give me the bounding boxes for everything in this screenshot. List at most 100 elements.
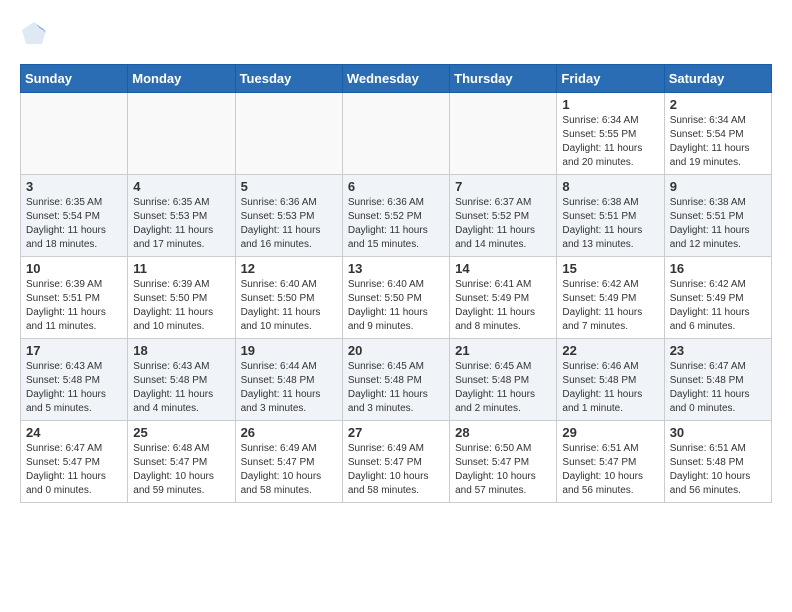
day-number: 24 [26, 425, 122, 440]
day-info: Sunrise: 6:39 AM Sunset: 5:51 PM Dayligh… [26, 278, 122, 334]
day-header-tuesday: Tuesday [235, 65, 342, 93]
day-info: Sunrise: 6:42 AM Sunset: 5:49 PM Dayligh… [670, 278, 766, 334]
calendar-cell [235, 93, 342, 175]
day-info: Sunrise: 6:45 AM Sunset: 5:48 PM Dayligh… [455, 360, 551, 416]
day-number: 11 [133, 261, 229, 276]
calendar-cell: 21 Sunrise: 6:45 AM Sunset: 5:48 PM Dayli… [450, 339, 557, 421]
calendar-cell [21, 93, 128, 175]
day-info: Sunrise: 6:42 AM Sunset: 5:49 PM Dayligh… [562, 278, 658, 334]
day-header-monday: Monday [128, 65, 235, 93]
day-number: 29 [562, 425, 658, 440]
day-info: Sunrise: 6:38 AM Sunset: 5:51 PM Dayligh… [670, 196, 766, 252]
day-info: Sunrise: 6:34 AM Sunset: 5:55 PM Dayligh… [562, 114, 658, 170]
day-info: Sunrise: 6:40 AM Sunset: 5:50 PM Dayligh… [348, 278, 444, 334]
calendar-cell: 24 Sunrise: 6:47 AM Sunset: 5:47 PM Dayli… [21, 421, 128, 503]
day-info: Sunrise: 6:49 AM Sunset: 5:47 PM Dayligh… [241, 442, 337, 498]
calendar-week-row: 10 Sunrise: 6:39 AM Sunset: 5:51 PM Dayli… [21, 257, 772, 339]
calendar-cell: 26 Sunrise: 6:49 AM Sunset: 5:47 PM Dayli… [235, 421, 342, 503]
day-info: Sunrise: 6:38 AM Sunset: 5:51 PM Dayligh… [562, 196, 658, 252]
day-number: 20 [348, 343, 444, 358]
calendar-cell: 16 Sunrise: 6:42 AM Sunset: 5:49 PM Dayli… [664, 257, 771, 339]
calendar-cell: 23Sunrise: 6:47 AM Sunset: 5:48 PM Dayli… [664, 339, 771, 421]
logo-icon [20, 20, 48, 48]
day-info: Sunrise: 6:43 AM Sunset: 5:48 PM Dayligh… [133, 360, 229, 416]
logo [20, 20, 52, 48]
calendar-cell: 14 Sunrise: 6:41 AM Sunset: 5:49 PM Dayli… [450, 257, 557, 339]
day-number: 27 [348, 425, 444, 440]
calendar-cell: 19 Sunrise: 6:44 AM Sunset: 5:48 PM Dayli… [235, 339, 342, 421]
day-header-friday: Friday [557, 65, 664, 93]
day-header-thursday: Thursday [450, 65, 557, 93]
calendar-cell: 15 Sunrise: 6:42 AM Sunset: 5:49 PM Dayli… [557, 257, 664, 339]
day-info: Sunrise: 6:44 AM Sunset: 5:48 PM Dayligh… [241, 360, 337, 416]
calendar-cell: 29 Sunrise: 6:51 AM Sunset: 5:47 PM Dayli… [557, 421, 664, 503]
day-number: 16 [670, 261, 766, 276]
day-header-sunday: Sunday [21, 65, 128, 93]
day-number: 2 [670, 97, 766, 112]
calendar-cell: 9 Sunrise: 6:38 AM Sunset: 5:51 PM Daylig… [664, 175, 771, 257]
calendar-cell: 12Sunrise: 6:40 AM Sunset: 5:50 PM Dayli… [235, 257, 342, 339]
calendar-cell: 1 Sunrise: 6:34 AM Sunset: 5:55 PM Daylig… [557, 93, 664, 175]
calendar-cell: 28 Sunrise: 6:50 AM Sunset: 5:47 PM Dayli… [450, 421, 557, 503]
day-number: 19 [241, 343, 337, 358]
calendar-cell: 18 Sunrise: 6:43 AM Sunset: 5:48 PM Dayli… [128, 339, 235, 421]
calendar-cell: 7 Sunrise: 6:37 AM Sunset: 5:52 PM Daylig… [450, 175, 557, 257]
day-number: 28 [455, 425, 551, 440]
calendar-cell: 22 Sunrise: 6:46 AM Sunset: 5:48 PM Dayli… [557, 339, 664, 421]
calendar-header-row: SundayMondayTuesdayWednesdayThursdayFrid… [21, 65, 772, 93]
day-number: 8 [562, 179, 658, 194]
day-number: 22 [562, 343, 658, 358]
calendar-week-row: 1 Sunrise: 6:34 AM Sunset: 5:55 PM Daylig… [21, 93, 772, 175]
day-number: 7 [455, 179, 551, 194]
calendar-cell: 6Sunrise: 6:36 AM Sunset: 5:52 PM Daylig… [342, 175, 449, 257]
day-number: 14 [455, 261, 551, 276]
day-info: Sunrise: 6:41 AM Sunset: 5:49 PM Dayligh… [455, 278, 551, 334]
calendar-cell: 10 Sunrise: 6:39 AM Sunset: 5:51 PM Dayli… [21, 257, 128, 339]
day-number: 13 [348, 261, 444, 276]
calendar-cell: 2 Sunrise: 6:34 AM Sunset: 5:54 PM Daylig… [664, 93, 771, 175]
day-number: 1 [562, 97, 658, 112]
day-number: 18 [133, 343, 229, 358]
day-number: 15 [562, 261, 658, 276]
day-number: 3 [26, 179, 122, 194]
day-info: Sunrise: 6:47 AM Sunset: 5:47 PM Dayligh… [26, 442, 122, 498]
day-info: Sunrise: 6:50 AM Sunset: 5:47 PM Dayligh… [455, 442, 551, 498]
day-number: 25 [133, 425, 229, 440]
day-info: Sunrise: 6:37 AM Sunset: 5:52 PM Dayligh… [455, 196, 551, 252]
day-info: Sunrise: 6:51 AM Sunset: 5:47 PM Dayligh… [562, 442, 658, 498]
calendar-cell: 13 Sunrise: 6:40 AM Sunset: 5:50 PM Dayli… [342, 257, 449, 339]
day-info: Sunrise: 6:45 AM Sunset: 5:48 PM Dayligh… [348, 360, 444, 416]
day-info: Sunrise: 6:46 AM Sunset: 5:48 PM Dayligh… [562, 360, 658, 416]
calendar-cell: 11Sunrise: 6:39 AM Sunset: 5:50 PM Dayli… [128, 257, 235, 339]
day-info: Sunrise: 6:43 AM Sunset: 5:48 PM Dayligh… [26, 360, 122, 416]
calendar-cell [450, 93, 557, 175]
day-number: 10 [26, 261, 122, 276]
calendar-cell: 3 Sunrise: 6:35 AM Sunset: 5:54 PM Daylig… [21, 175, 128, 257]
day-header-saturday: Saturday [664, 65, 771, 93]
day-number: 4 [133, 179, 229, 194]
day-info: Sunrise: 6:40 AM Sunset: 5:50 PM Dayligh… [241, 278, 337, 334]
calendar-cell: 20 Sunrise: 6:45 AM Sunset: 5:48 PM Dayli… [342, 339, 449, 421]
day-info: Sunrise: 6:34 AM Sunset: 5:54 PM Dayligh… [670, 114, 766, 170]
day-info: Sunrise: 6:35 AM Sunset: 5:54 PM Dayligh… [26, 196, 122, 252]
calendar-week-row: 17 Sunrise: 6:43 AM Sunset: 5:48 PM Dayli… [21, 339, 772, 421]
day-number: 21 [455, 343, 551, 358]
day-info: Sunrise: 6:47 AM Sunset: 5:48 PM Dayligh… [670, 360, 766, 416]
calendar-cell: 30Sunrise: 6:51 AM Sunset: 5:48 PM Dayli… [664, 421, 771, 503]
calendar-cell: 27 Sunrise: 6:49 AM Sunset: 5:47 PM Dayli… [342, 421, 449, 503]
calendar-week-row: 3 Sunrise: 6:35 AM Sunset: 5:54 PM Daylig… [21, 175, 772, 257]
day-number: 17 [26, 343, 122, 358]
day-info: Sunrise: 6:48 AM Sunset: 5:47 PM Dayligh… [133, 442, 229, 498]
day-info: Sunrise: 6:49 AM Sunset: 5:47 PM Dayligh… [348, 442, 444, 498]
day-number: 6 [348, 179, 444, 194]
calendar-cell: 5Sunrise: 6:36 AM Sunset: 5:53 PM Daylig… [235, 175, 342, 257]
calendar-cell: 25 Sunrise: 6:48 AM Sunset: 5:47 PM Dayli… [128, 421, 235, 503]
page-header [20, 20, 772, 48]
day-number: 9 [670, 179, 766, 194]
calendar-cell [128, 93, 235, 175]
day-number: 30 [670, 425, 766, 440]
day-info: Sunrise: 6:35 AM Sunset: 5:53 PM Dayligh… [133, 196, 229, 252]
day-number: 26 [241, 425, 337, 440]
calendar-cell: 17 Sunrise: 6:43 AM Sunset: 5:48 PM Dayli… [21, 339, 128, 421]
calendar-week-row: 24 Sunrise: 6:47 AM Sunset: 5:47 PM Dayli… [21, 421, 772, 503]
